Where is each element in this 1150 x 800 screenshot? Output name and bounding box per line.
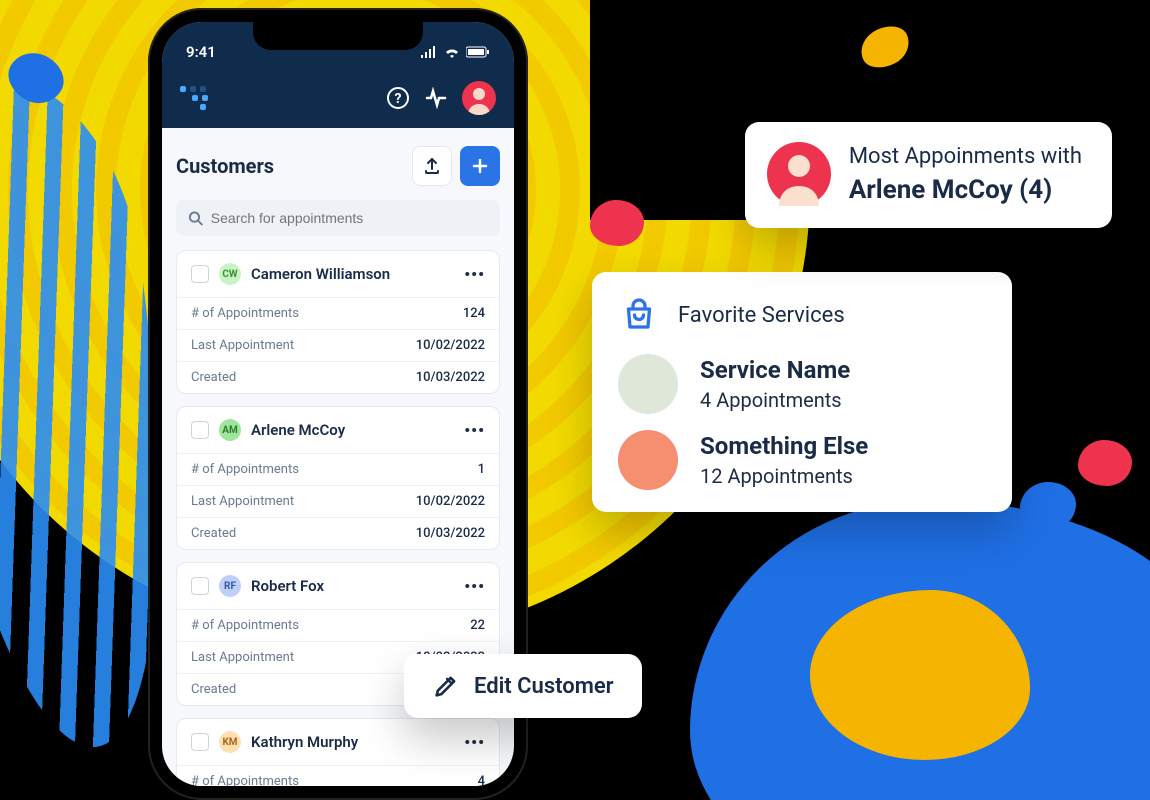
customer-name: Robert Fox: [251, 577, 324, 595]
row-label: Created: [191, 370, 236, 385]
service-name: Service Name: [700, 356, 850, 384]
more-icon[interactable]: •••: [464, 265, 485, 284]
edit-customer-button[interactable]: Edit Customer: [404, 654, 642, 718]
add-customer-button[interactable]: [460, 146, 500, 186]
customer-initials: AM: [219, 419, 241, 441]
most-appointments-panel: Most Appoinments with Arlene McCoy (4): [745, 122, 1112, 228]
row-value: 22: [470, 618, 485, 633]
service-thumbnail: [618, 354, 678, 414]
more-icon[interactable]: •••: [464, 577, 485, 596]
page-title: Customers: [176, 154, 274, 178]
signal-icon: [420, 46, 438, 58]
customer-row: # of Appointments 4: [177, 765, 499, 786]
customer-row: Last Appointment 10/02/2022: [177, 485, 499, 517]
customer-initials: KM: [219, 731, 241, 753]
row-label: Last Appointment: [191, 650, 294, 665]
customer-card[interactable]: CW Cameron Williamson ••• # of Appointme…: [176, 250, 500, 394]
app-logo[interactable]: [180, 86, 206, 110]
row-label: Created: [191, 526, 236, 541]
favorite-services-title: Favorite Services: [678, 303, 845, 328]
customer-card[interactable]: KM Kathryn Murphy ••• # of Appointments …: [176, 718, 500, 786]
row-label: Last Appointment: [191, 494, 294, 509]
row-value: 124: [463, 306, 485, 321]
most-appointments-name: Arlene McCoy (4): [849, 175, 1082, 205]
customer-name: Arlene McCoy: [251, 421, 345, 439]
row-value: 10/03/2022: [416, 370, 485, 385]
customer-row: Created 10/03/2022: [177, 361, 499, 393]
edit-customer-label: Edit Customer: [474, 674, 614, 699]
customer-checkbox[interactable]: [191, 577, 209, 595]
battery-icon: [466, 46, 490, 58]
customer-checkbox[interactable]: [191, 421, 209, 439]
search-icon: [188, 210, 203, 226]
svg-text:?: ?: [395, 91, 402, 107]
most-appointments-label: Most Appoinments with: [849, 144, 1082, 169]
row-value: 10/02/2022: [416, 338, 485, 353]
row-label: # of Appointments: [191, 306, 299, 321]
customer-row: # of Appointments 22: [177, 609, 499, 641]
customer-row: Created 10/03/2022: [177, 517, 499, 549]
search-input[interactable]: [211, 210, 488, 226]
service-name: Something Else: [700, 432, 868, 460]
plus-icon: [470, 156, 490, 176]
wifi-icon: [444, 46, 460, 58]
customer-initials: RF: [219, 575, 241, 597]
row-label: # of Appointments: [191, 462, 299, 477]
row-label: Created: [191, 682, 236, 697]
customer-card[interactable]: AM Arlene McCoy ••• # of Appointments 1 …: [176, 406, 500, 550]
most-appointments-avatar: [767, 142, 831, 206]
customer-row: Last Appointment 10/02/2022: [177, 329, 499, 361]
row-label: # of Appointments: [191, 618, 299, 633]
service-sub: 12 Appointments: [700, 464, 868, 488]
customer-initials: CW: [219, 263, 241, 285]
more-icon[interactable]: •••: [464, 421, 485, 440]
customer-checkbox[interactable]: [191, 265, 209, 283]
user-avatar[interactable]: [462, 81, 496, 115]
row-label: Last Appointment: [191, 338, 294, 353]
customer-row: # of Appointments 124: [177, 297, 499, 329]
favorite-services-panel: Favorite Services Service Name 4 Appoint…: [592, 272, 1012, 512]
row-value: 10/03/2022: [416, 526, 485, 541]
shopping-bag-icon: [618, 294, 660, 336]
favorite-service-item[interactable]: Service Name 4 Appointments: [618, 354, 986, 414]
row-value: 10/02/2022: [416, 494, 485, 509]
app-header: ?: [162, 68, 514, 128]
customer-checkbox[interactable]: [191, 733, 209, 751]
customer-name: Kathryn Murphy: [251, 733, 358, 751]
service-sub: 4 Appointments: [700, 388, 850, 412]
service-thumbnail: [618, 430, 678, 490]
row-value: 4: [478, 774, 485, 786]
pencil-icon: [432, 672, 460, 700]
activity-icon[interactable]: [424, 86, 448, 110]
more-icon[interactable]: •••: [464, 733, 485, 752]
row-label: # of Appointments: [191, 774, 299, 786]
customer-row: # of Appointments 1: [177, 453, 499, 485]
customer-name: Cameron Williamson: [251, 265, 390, 283]
row-value: 1: [478, 462, 485, 477]
upload-icon: [422, 156, 442, 176]
export-button[interactable]: [412, 146, 452, 186]
status-time: 9:41: [186, 43, 216, 61]
help-icon[interactable]: ?: [386, 86, 410, 110]
favorite-service-item[interactable]: Something Else 12 Appointments: [618, 430, 986, 490]
search-field[interactable]: [176, 200, 500, 236]
